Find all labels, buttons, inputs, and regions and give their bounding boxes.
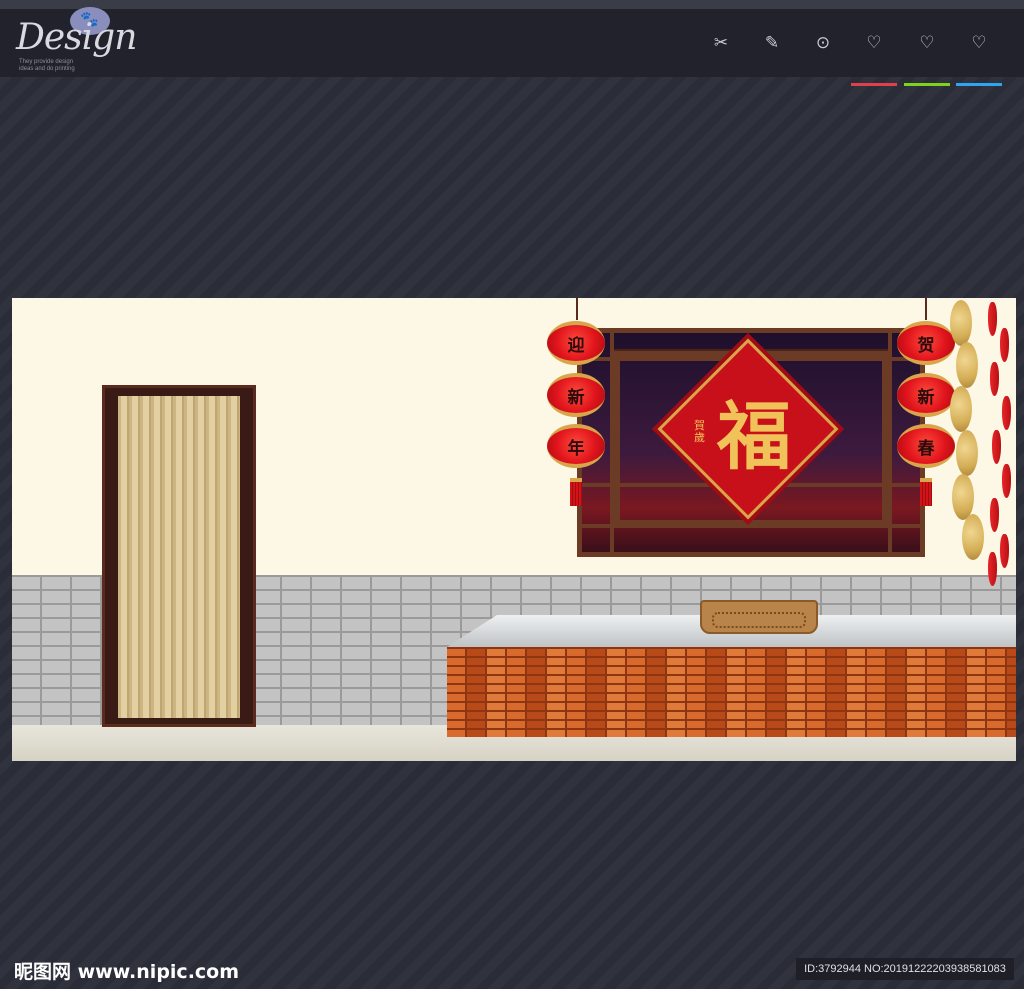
chili [1002, 464, 1011, 498]
corn [962, 514, 984, 560]
corn [950, 300, 972, 346]
corn [952, 474, 974, 520]
window-bar [888, 333, 892, 552]
scissors-icon[interactable]: ✂ [696, 9, 746, 77]
lantern-right-3: 春 [897, 424, 955, 468]
lantern-left-1: 迎 [547, 321, 605, 365]
heart-minus-icon[interactable]: ♡ [954, 9, 1004, 86]
bamboo-door [102, 385, 256, 727]
nav-underline-green [904, 83, 950, 86]
lantern-string [925, 298, 927, 320]
clock-check-icon[interactable]: ⊙ [798, 9, 848, 77]
chili [990, 498, 999, 532]
image-id-label: ID:3792944 NO:20191222203938581083 [796, 958, 1014, 980]
chili [992, 430, 1001, 464]
heart-plus-icon[interactable]: ♡ [902, 9, 952, 86]
chili [1000, 328, 1009, 362]
chili [988, 302, 997, 336]
new-year-scene-image: 福 賀歲 迎 新 年 贺 新 春 [12, 298, 1016, 761]
lantern-tassel [920, 478, 932, 506]
window-bar [610, 333, 614, 552]
chili [990, 362, 999, 396]
fu-side-text: 賀歲 [694, 419, 705, 444]
heart-icon[interactable]: ♡ [849, 9, 899, 86]
carved-wooden-stand [700, 600, 818, 634]
lantern-tassel [570, 478, 582, 506]
chili [988, 552, 997, 586]
bamboo-curtain [118, 396, 240, 718]
logo-wordmark: Design [16, 17, 137, 58]
nipic-watermark: 昵图网 www.nipic.com [14, 961, 240, 983]
logo-tagline: They provide design ideas and do printin… [19, 59, 75, 72]
lantern-right-2: 新 [897, 373, 955, 417]
nav-underline-red [851, 83, 897, 86]
lantern-left-3: 年 [547, 424, 605, 468]
top-header: 🐾 Design They provide design ideas and d… [0, 0, 1024, 86]
corn [950, 386, 972, 432]
lantern-string [576, 298, 578, 320]
design-logo[interactable]: 🐾 Design They provide design ideas and d… [16, 7, 141, 77]
chili [1000, 534, 1009, 568]
lantern-right-1: 贺 [897, 321, 955, 365]
corn [956, 430, 978, 476]
pencil-icon[interactable]: ✎ [747, 9, 797, 77]
corn [956, 342, 978, 388]
window-bar [582, 524, 920, 528]
fu-character: 福 [717, 394, 791, 480]
red-brick-counter [447, 647, 1016, 737]
chili [1002, 396, 1011, 430]
nav-underline-blue [956, 83, 1002, 86]
lantern-left-2: 新 [547, 373, 605, 417]
